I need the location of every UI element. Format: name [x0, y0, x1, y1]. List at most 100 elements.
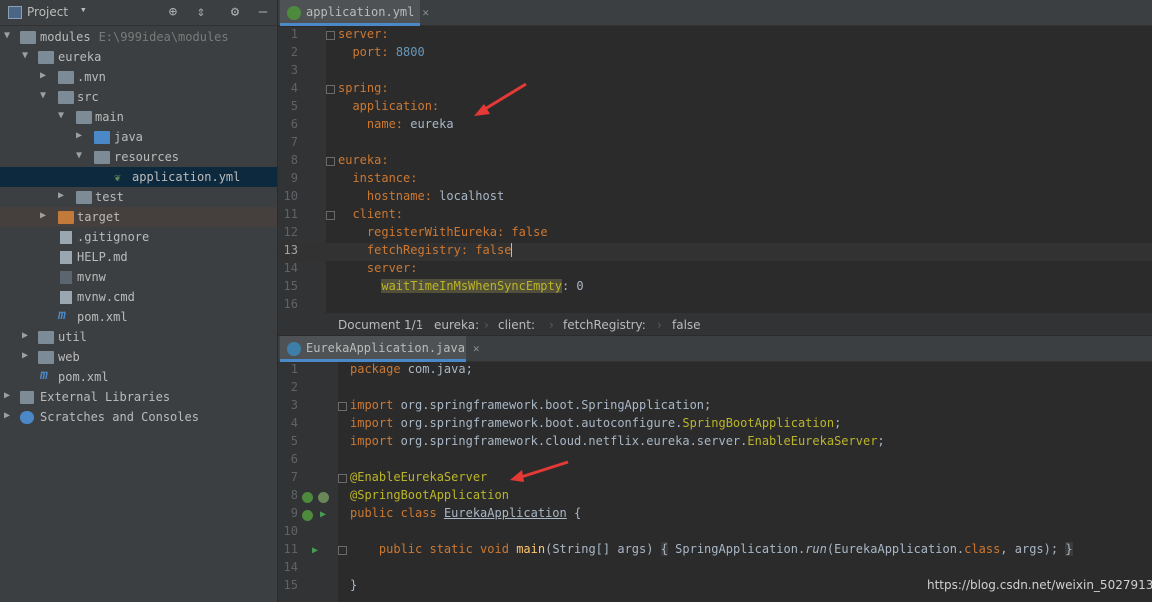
breadcrumb-false[interactable]: false	[672, 318, 701, 332]
tree-item-test[interactable]: ▶ test	[0, 187, 277, 207]
code-line[interactable]: fetchRegistry: false	[338, 243, 513, 257]
fold-icon[interactable]	[326, 31, 335, 40]
collapse-arrow-icon[interactable]: ▶	[4, 410, 16, 421]
line-number: 16	[283, 297, 298, 311]
tree-item-scratches[interactable]: ▶ Scratches and Consoles	[0, 407, 277, 427]
fold-icon[interactable]	[338, 474, 347, 483]
code-line[interactable]: spring:	[338, 81, 389, 95]
fold-icon[interactable]	[326, 157, 335, 166]
expand-arrow-icon[interactable]: ▼	[58, 110, 70, 121]
collapse-arrow-icon[interactable]: ▶	[4, 390, 16, 401]
spring-bean-icon[interactable]	[302, 492, 313, 503]
expand-arrow-icon[interactable]: ▼	[76, 150, 88, 161]
tree-item-eureka[interactable]: ▼ eureka	[0, 47, 277, 67]
breadcrumb-fetchregistry[interactable]: fetchRegistry:	[563, 318, 646, 332]
code-line[interactable]: client:	[338, 207, 403, 221]
java-class-icon	[287, 342, 301, 356]
tree-item-application-yml[interactable]: ❦ application.yml	[0, 167, 277, 187]
fold-icon[interactable]	[338, 546, 347, 555]
tree-item-label: mvnw	[77, 270, 106, 284]
project-panel-title[interactable]: Project	[27, 5, 68, 19]
chevron-down-icon[interactable]: ▾	[80, 3, 87, 16]
tree-item-pom-xml[interactable]: m pom.xml	[0, 307, 277, 327]
tree-item-external-libraries[interactable]: ▶ External Libraries	[0, 387, 277, 407]
folder-icon	[76, 191, 92, 204]
gear-icon[interactable]: ⚙	[226, 3, 244, 21]
collapse-arrow-icon[interactable]: ▶	[40, 70, 52, 81]
code-line[interactable]: registerWithEureka: false	[338, 225, 548, 239]
editor-application-yml[interactable]: 1 server: 2 port: 8800 3 4 spring: 5 appli…	[278, 27, 1152, 313]
code-line[interactable]: waitTimeInMsWhenSyncEmpty: 0	[338, 279, 584, 293]
breadcrumb-eureka[interactable]: eureka:	[434, 318, 479, 332]
annotation-arrow-icon	[510, 460, 569, 482]
line-number: 10	[283, 524, 298, 538]
tree-item-web[interactable]: ▶ web	[0, 347, 277, 367]
run-icon[interactable]: ▶	[312, 545, 318, 556]
hide-panel-icon[interactable]: —	[254, 3, 272, 21]
code-line[interactable]: import org.springframework.boot.SpringAp…	[350, 398, 711, 412]
tree-item-target[interactable]: ▶ target	[0, 207, 277, 227]
fold-icon[interactable]	[326, 211, 335, 220]
code-line[interactable]: server:	[338, 261, 418, 275]
editor-eureka-application-java[interactable]: 1 package com.java; 2 3 import org.springf…	[278, 362, 1152, 602]
expand-arrow-icon[interactable]: ▼	[4, 30, 16, 41]
tree-item-label: web	[58, 350, 80, 364]
project-panel-header: Project ▾ ⊕ ⇕ ⚙ —	[0, 0, 277, 26]
tree-item-label: src	[77, 90, 99, 104]
fold-icon[interactable]	[326, 85, 335, 94]
tree-item-src[interactable]: ▼ src	[0, 87, 277, 107]
code-line[interactable]: import org.springframework.boot.autoconf…	[350, 416, 841, 430]
collapse-arrow-icon[interactable]: ▶	[76, 130, 88, 141]
close-icon[interactable]: ✕	[422, 6, 429, 19]
spring-boot-icon[interactable]	[318, 492, 329, 503]
tree-item-util[interactable]: ▶ util	[0, 327, 277, 347]
line-number: 2	[290, 380, 298, 394]
tree-item-java[interactable]: ▶ java	[0, 127, 277, 147]
collapse-arrow-icon[interactable]: ▶	[22, 330, 34, 341]
collapse-all-icon[interactable]: ⇕	[192, 3, 210, 21]
code-line[interactable]: eureka:	[338, 153, 389, 167]
code-line[interactable]: hostname: localhost	[338, 189, 504, 203]
expand-arrow-icon[interactable]: ▼	[40, 90, 52, 101]
code-line[interactable]: application:	[338, 99, 439, 113]
close-icon[interactable]: ✕	[473, 342, 480, 355]
code-line[interactable]: port: 8800	[338, 45, 424, 59]
line-number: 1	[290, 27, 298, 41]
code-line[interactable]: server:	[338, 27, 389, 41]
code-line[interactable]: instance:	[338, 171, 417, 185]
locate-file-icon[interactable]: ⊕	[164, 3, 182, 21]
code-line[interactable]: }	[350, 578, 357, 592]
line-number: 3	[290, 63, 298, 77]
tree-item-root-pom-xml[interactable]: m pom.xml	[0, 367, 277, 387]
collapse-arrow-icon[interactable]: ▶	[58, 190, 70, 201]
tree-item-label: External Libraries	[40, 390, 171, 404]
code-line[interactable]: package com.java;	[350, 362, 473, 376]
tree-item-gitignore[interactable]: .gitignore	[0, 227, 277, 247]
collapse-arrow-icon[interactable]: ▶	[40, 210, 52, 221]
tree-item-label: Scratches and Consoles	[40, 410, 199, 424]
breadcrumb-document[interactable]: Document 1/1	[338, 318, 423, 332]
folder-icon	[58, 71, 74, 84]
run-icon[interactable]: ▶	[320, 509, 326, 520]
tab-eureka-application-java[interactable]: EurekaApplication.java ✕	[280, 336, 480, 362]
code-line[interactable]: public static void main(String[] args) {…	[350, 542, 1073, 556]
tree-item-mvnw-cmd[interactable]: mvnw.cmd	[0, 287, 277, 307]
code-line[interactable]: name: eureka	[338, 117, 454, 131]
fold-icon[interactable]	[338, 402, 347, 411]
tree-item-label: .mvn	[77, 70, 106, 84]
tree-item-help-md[interactable]: HELP.md	[0, 247, 277, 267]
code-line[interactable]: @EnableEurekaServer	[350, 470, 487, 484]
breadcrumb-client[interactable]: client:	[498, 318, 535, 332]
tree-item-resources[interactable]: ▼ resources	[0, 147, 277, 167]
spring-bean-icon[interactable]	[302, 510, 313, 521]
code-line[interactable]: public class EurekaApplication {	[350, 506, 581, 520]
tree-item-modules[interactable]: ▼ modules E:\999idea\modules	[0, 27, 277, 47]
tab-application-yml[interactable]: application.yml ✕	[280, 0, 429, 26]
tree-item-mvnw[interactable]: mvnw	[0, 267, 277, 287]
expand-arrow-icon[interactable]: ▼	[22, 50, 34, 61]
code-line[interactable]: import org.springframework.cloud.netflix…	[350, 434, 885, 448]
collapse-arrow-icon[interactable]: ▶	[22, 350, 34, 361]
code-line[interactable]: @SpringBootApplication	[350, 488, 509, 502]
tree-item-main[interactable]: ▼ main	[0, 107, 277, 127]
tree-item-mvn[interactable]: ▶ .mvn	[0, 67, 277, 87]
